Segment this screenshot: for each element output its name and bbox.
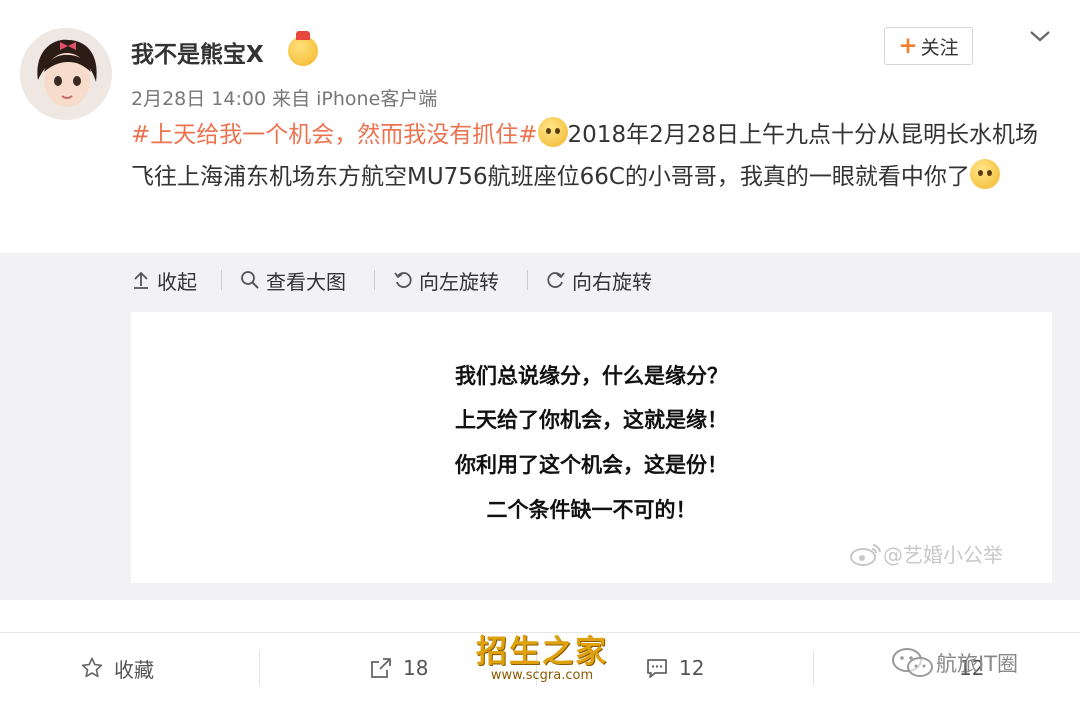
share-button[interactable]: 18	[369, 650, 428, 686]
toolbar-divider	[527, 270, 528, 290]
rotate-right-icon	[547, 272, 565, 288]
favorite-label: 收藏	[114, 657, 154, 682]
post-image[interactable]: 我们总说缘分，什么是缘分？ 上天给了你机会，这就是缘！ 你利用了这个机会，这是份…	[131, 312, 1052, 583]
wechat-watermark: 航旅IT圈	[890, 646, 1018, 680]
post-meta: 2月28日 14:00 来自 iPhone客户端	[131, 88, 438, 110]
view-large-label: 查看大图	[266, 269, 346, 294]
image-text-line: 我们总说缘分，什么是缘分？	[455, 364, 728, 388]
rotate-left-icon	[394, 272, 412, 288]
footer-divider	[0, 632, 1080, 633]
site-watermark: 招生之家 www.scgra.com	[472, 634, 612, 683]
site-watermark-url: www.scgra.com	[490, 668, 594, 683]
image-watermark: @艺婚小公举	[849, 539, 1003, 568]
pray-emoji	[969, 159, 1000, 189]
magnifier-icon	[241, 271, 259, 289]
toolbar-divider	[221, 270, 222, 290]
post-text: #上天给我一个机会，然而我没有抓住# 2018年2月28日上午九点十分从昆明长水机…	[131, 114, 1051, 198]
comment-count: 12	[679, 656, 705, 680]
star-icon	[81, 657, 103, 678]
footer-divider	[259, 650, 260, 686]
weibo-icon	[850, 543, 881, 566]
username[interactable]: 我不是熊宝X	[131, 35, 264, 69]
footer-divider	[813, 650, 814, 686]
comment-button[interactable]: 12	[645, 650, 704, 686]
rotate-left-button[interactable]: 向左旋转	[393, 265, 499, 295]
share-count: 18	[403, 656, 429, 680]
rotate-right-button[interactable]: 向右旋转	[546, 265, 652, 295]
crown-emoji	[288, 31, 318, 66]
image-text-line: 上天给了你机会，这就是缘！	[455, 408, 728, 432]
worried-emoji	[537, 117, 568, 147]
favorite-button[interactable]: 收藏	[80, 650, 154, 686]
wechat-account: 航旅IT圈	[936, 652, 1019, 676]
arrow-up-icon	[134, 271, 148, 289]
site-watermark-name: 招生之家	[476, 634, 608, 670]
rotate-right-label: 向右旋转	[572, 269, 652, 294]
image-text-line: 二个条件缺一不可的！	[486, 498, 697, 522]
comment-icon	[647, 659, 667, 678]
wechat-icon	[892, 648, 933, 677]
collapse-label: 收起	[157, 269, 197, 294]
rotate-left-label: 向左旋转	[419, 269, 499, 294]
topic-link[interactable]: #上天给我一个机会，然而我没有抓住#	[131, 122, 538, 148]
view-large-button[interactable]: 查看大图	[240, 265, 346, 295]
image-text-line: 你利用了这个机会，这是份！	[455, 453, 728, 477]
chevron-down-icon[interactable]	[1028, 24, 1052, 48]
plus-icon: +	[898, 33, 918, 59]
avatar[interactable]	[20, 28, 112, 120]
collapse-button[interactable]: 收起	[131, 265, 197, 295]
watermark-text: @艺婚小公举	[883, 543, 1003, 567]
follow-button[interactable]: + 关注	[884, 27, 973, 65]
share-icon	[371, 658, 391, 678]
follow-label: 关注	[920, 36, 959, 59]
toolbar-divider	[374, 270, 375, 290]
